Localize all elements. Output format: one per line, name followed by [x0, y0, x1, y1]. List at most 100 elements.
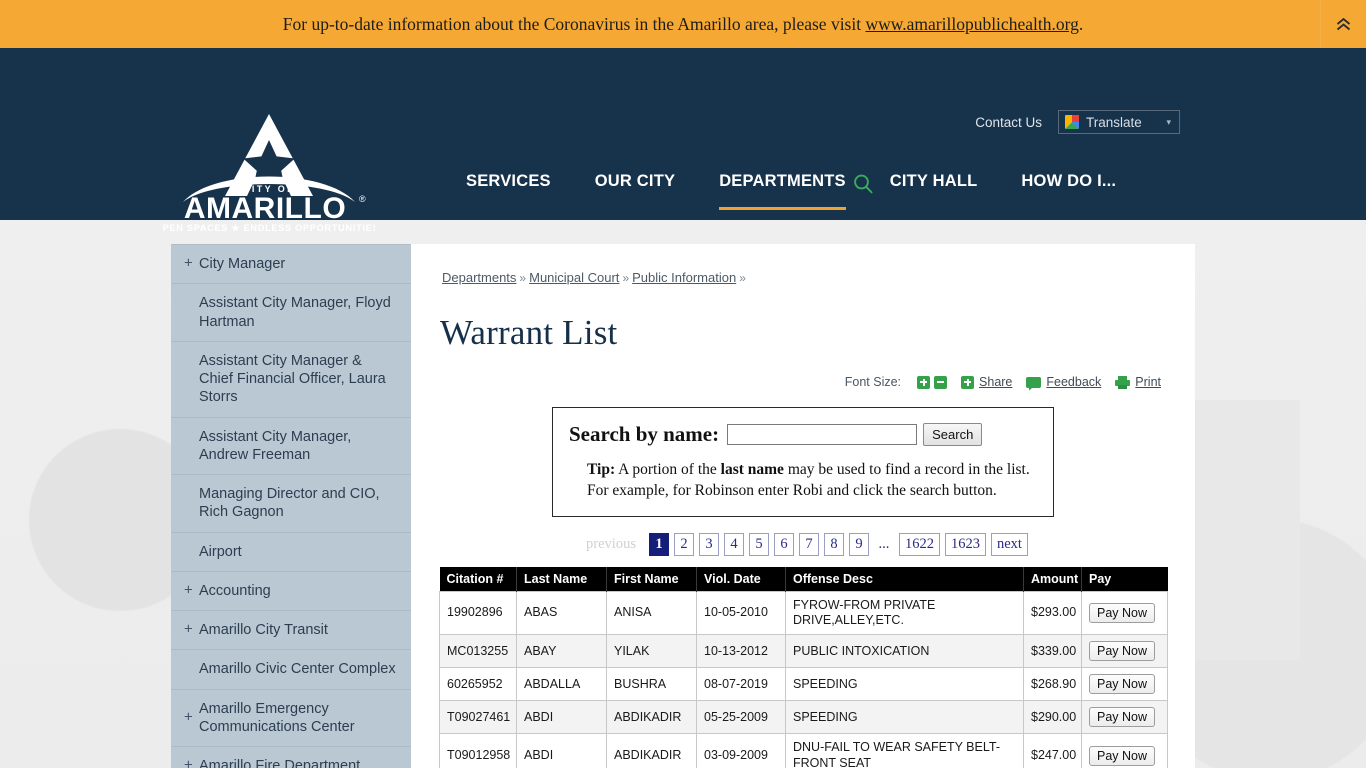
breadcrumb-departments[interactable]: Departments [442, 270, 516, 285]
plus-square-icon [961, 375, 975, 389]
sidebar-item-label: Amarillo Civic Center Complex [199, 661, 396, 678]
pay-now-button[interactable]: Pay Now [1089, 603, 1156, 623]
expand-icon[interactable]: + [184, 757, 193, 768]
double-chevron-up-icon[interactable] [1320, 0, 1366, 48]
cell-amount: $339.00 [1023, 634, 1082, 669]
pagination-page-4[interactable]: 4 [723, 532, 744, 556]
cell-amount: $290.00 [1023, 700, 1082, 735]
sidebar-item-assistant-city-manager-andrew-freeman[interactable]: Assistant City Manager, Andrew Freeman [171, 418, 411, 476]
contact-us-link[interactable]: Contact Us [975, 115, 1042, 130]
expand-icon[interactable]: + [184, 582, 193, 601]
cell-first-name: BUSHRA [606, 667, 697, 702]
pagination-page-7[interactable]: 7 [798, 532, 819, 556]
sidebar-item-assistant-city-manager-cfo-laura-storrs[interactable]: Assistant City Manager & Chief Financial… [171, 342, 411, 418]
sidebar-item-assistant-city-manager-floyd-hartman[interactable]: Assistant City Manager, Floyd Hartman [171, 284, 411, 342]
breadcrumb-public-information[interactable]: Public Information [632, 270, 736, 285]
print-button[interactable]: Print [1115, 375, 1161, 389]
page-tools: Font Size: Share Feedback Print [439, 375, 1167, 389]
nav-item-city-hall[interactable]: CITY HALL [868, 172, 1000, 218]
pagination-page-1622[interactable]: 1622 [898, 532, 940, 556]
nav-item-services[interactable]: SERVICES [444, 172, 573, 218]
table-row: 19902896 ABAS ANISA 10-05-2010 FYROW-FRO… [439, 590, 1168, 636]
pagination-page-6[interactable]: 6 [773, 532, 794, 556]
utility-row: Contact Us Translate ▾ [975, 110, 1180, 134]
pagination-page-5[interactable]: 5 [748, 532, 769, 556]
pay-now-button[interactable]: Pay Now [1089, 641, 1156, 662]
pagination-page-8[interactable]: 8 [823, 532, 844, 556]
column-citation: Citation # [439, 566, 517, 592]
font-size-controls [917, 375, 948, 389]
sidebar-item-amarillo-civic-center-complex[interactable]: Amarillo Civic Center Complex [171, 650, 411, 690]
cell-pay: Pay Now [1081, 733, 1168, 768]
expand-icon[interactable]: + [184, 255, 193, 274]
sidebar-item-label: City Manager [199, 256, 286, 272]
page-title: Warrant List [440, 313, 618, 352]
alert-message: For up-to-date information about the Cor… [283, 14, 1083, 35]
pay-now-button[interactable]: Pay Now [1089, 745, 1156, 766]
cell-offense: FYROW-FROM PRIVATE DRIVE,ALLEY,ETC. [785, 590, 1024, 636]
search-by-name-panel: Search by name: Search Tip: A portion of… [552, 407, 1054, 517]
pagination-previous: previous [578, 532, 644, 556]
cell-first-name: ANISA [606, 590, 697, 636]
pagination-next[interactable]: next [990, 532, 1028, 556]
plus-square-icon[interactable] [917, 375, 931, 389]
cell-first-name: ABDIKADIR [606, 733, 697, 768]
sidebar-item-label: Amarillo City Transit [199, 622, 328, 639]
sidebar-item-city-manager[interactable]: + City Manager [171, 245, 411, 285]
sidebar-item-label: Managing Director and CIO, Rich Gagnon [199, 486, 380, 521]
minus-square-icon[interactable] [934, 375, 948, 389]
search-input[interactable] [727, 424, 918, 445]
cell-viol-date: 03-09-2009 [696, 733, 786, 768]
column-first-name: First Name [606, 566, 697, 592]
nav-item-departments[interactable]: DEPARTMENTS [697, 172, 868, 218]
table-header-row: Citation # Last Name First Name Viol. Da… [439, 566, 1168, 592]
alert-link[interactable]: www.amarillopublichealth.org [865, 14, 1078, 34]
translate-dropdown[interactable]: Translate ▾ [1058, 110, 1180, 134]
pagination-page-9[interactable]: 9 [848, 532, 869, 556]
main-content: Departments» Municipal Court» Public Infor… [411, 244, 1195, 768]
feedback-button[interactable]: Feedback [1026, 375, 1101, 389]
pay-now-button[interactable]: Pay Now [1089, 707, 1156, 728]
share-button[interactable]: Share [961, 375, 1012, 389]
alert-text-after: . [1078, 13, 1084, 34]
breadcrumb-separator: » [622, 271, 630, 285]
cell-last-name: ABDALLA [516, 667, 607, 702]
nav-item-how-do-i[interactable]: HOW DO I... [999, 172, 1138, 218]
pagination-page-2[interactable]: 2 [673, 532, 694, 556]
sidebar-item-amarillo-emergency-communications-center[interactable]: + Amarillo Emergency Communications Cent… [171, 690, 411, 748]
sidebar-item-accounting[interactable]: + Accounting [171, 572, 411, 612]
cell-offense: SPEEDING [785, 700, 1024, 735]
svg-text:OPEN SPACES ★ ENDLESS OPPORTUN: OPEN SPACES ★ ENDLESS OPPORTUNITIES [163, 223, 375, 233]
pagination-page-1623[interactable]: 1623 [944, 532, 986, 556]
cell-pay: Pay Now [1081, 667, 1168, 702]
table-header: Citation # Last Name First Name Viol. Da… [439, 566, 1168, 592]
search-button[interactable]: Search [923, 423, 983, 446]
column-amount: Amount [1023, 566, 1082, 592]
share-label: Share [979, 375, 1013, 389]
svg-text:AMARILLO: AMARILLO [184, 192, 346, 225]
expand-icon[interactable]: + [184, 709, 193, 728]
google-translate-icon [1065, 115, 1079, 129]
sidebar-item-managing-director-cio-rich-gagnon[interactable]: Managing Director and CIO, Rich Gagnon [171, 475, 411, 533]
breadcrumb: Departments» Municipal Court» Public Infor… [442, 270, 1167, 285]
table-row: 60265952 ABDALLA BUSHRA 08-07-2019 SPEED… [439, 667, 1168, 702]
table-row: T09012958 ABDI ABDIKADIR 03-09-2009 DNU-… [439, 733, 1168, 768]
cell-first-name: ABDIKADIR [606, 700, 697, 735]
feedback-label: Feedback [1046, 375, 1102, 389]
cell-last-name: ABAY [516, 634, 607, 669]
sidebar-item-amarillo-fire-department[interactable]: + Amarillo Fire Department [171, 747, 411, 768]
expand-icon[interactable]: + [184, 621, 193, 640]
pagination-page-3[interactable]: 3 [698, 532, 719, 556]
cell-citation: 60265952 [439, 667, 517, 702]
speech-bubble-icon [1026, 376, 1042, 388]
city-of-amarillo-logo[interactable]: CITY OF AMARILLO ® OPEN SPACES ★ ENDLESS… [163, 110, 375, 234]
breadcrumb-municipal-court[interactable]: Municipal Court [529, 270, 619, 285]
cell-citation: T09027461 [439, 700, 517, 735]
translate-label: Translate [1086, 114, 1142, 130]
nav-item-our-city[interactable]: OUR CITY [573, 172, 697, 218]
sidebar-item-amarillo-city-transit[interactable]: + Amarillo City Transit [171, 611, 411, 651]
sidebar-item-airport[interactable]: Airport [171, 533, 411, 572]
pagination-page-1[interactable]: 1 [648, 532, 669, 556]
pay-now-button[interactable]: Pay Now [1089, 674, 1156, 695]
sidebar-item-label: Amarillo Fire Department [199, 758, 361, 768]
